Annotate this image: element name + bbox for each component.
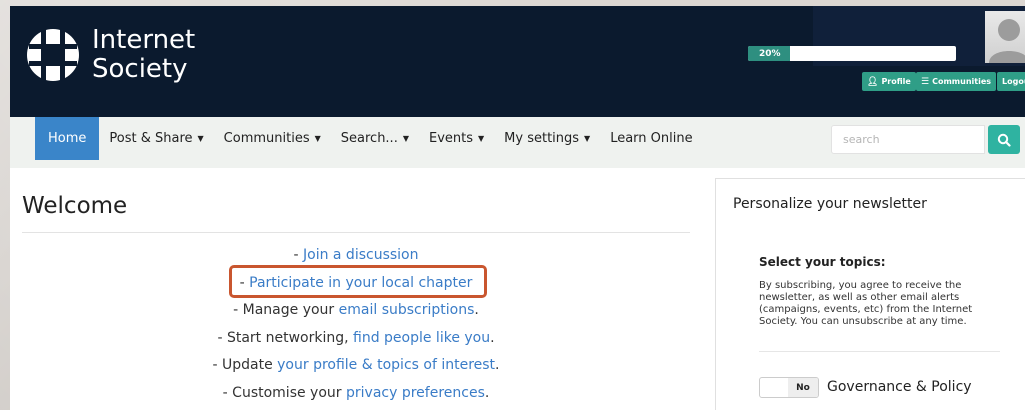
topics-heading: Select your topics: (759, 255, 886, 269)
nav-label: Communities (223, 131, 310, 146)
newsletter-panel: Personalize your newsletter Select your … (715, 178, 1025, 410)
site-header: Internet Society 20% 👤︎ Profile ☰ Commun… (10, 6, 1025, 117)
user-icon: 👤︎ (867, 76, 879, 87)
caret-down-icon: ▼ (584, 134, 591, 143)
line-prefix: - (239, 274, 250, 291)
logo-line-1: Internet (92, 25, 196, 55)
list-icon: ☰ (921, 76, 930, 87)
toggle-state: No (788, 378, 818, 397)
local-chapter-link[interactable]: Participate in your local chapter (249, 275, 472, 291)
welcome-line-update-profile: - Update your profile & topics of intere… (22, 354, 690, 382)
welcome-line-networking: - Start networking, find people like you… (22, 327, 690, 355)
welcome-line-privacy: - Customise your privacy preferences. (22, 382, 690, 410)
governance-policy-label: Governance & Policy (827, 379, 972, 395)
nav-label: My settings (504, 131, 580, 146)
nav-item-my-settings[interactable]: My settings ▼ (494, 117, 600, 160)
nav-item-learn-online[interactable]: Learn Online (600, 117, 702, 160)
nav-item-post-share[interactable]: Post & Share ▼ (99, 117, 213, 160)
subscription-notice: By subscribing, you agree to receive the… (759, 280, 973, 327)
join-discussion-link[interactable]: Join a discussion (303, 247, 419, 263)
logout-button[interactable]: Logout (997, 72, 1025, 91)
globe-logo-icon (27, 29, 79, 81)
welcome-line-local-chapter: - Participate in your local chapter (22, 272, 690, 300)
communities-button[interactable]: ☰ Communities (916, 72, 997, 91)
line-prefix: - (293, 247, 303, 263)
caret-down-icon: ▼ (478, 134, 485, 143)
nav-item-events[interactable]: Events ▼ (419, 117, 494, 160)
line-prefix: - Manage your (233, 302, 339, 319)
caret-down-icon: ▼ (197, 134, 204, 143)
line-prefix: - Start networking, (217, 329, 353, 346)
nav-label: Events (428, 131, 473, 146)
line-prefix: - Update (212, 357, 278, 374)
nav-item-search[interactable]: Search... ▼ (331, 117, 419, 160)
newsletter-title: Personalize your newsletter (733, 196, 927, 212)
profile-button-label: Profile (881, 77, 911, 86)
search-input[interactable] (831, 125, 985, 154)
nav-label: Search... (340, 131, 398, 146)
nav-items: Home Post & Share ▼ Communities ▼ Search..… (35, 117, 703, 160)
line-prefix: - Customise your (222, 384, 346, 401)
progress-fill: 20% (748, 46, 790, 61)
title-divider (22, 232, 690, 233)
nav-label: Home (48, 131, 87, 146)
line-suffix: . (490, 329, 495, 346)
logo-text: Internet Society (92, 26, 195, 84)
line-suffix: . (484, 384, 490, 401)
privacy-preferences-link[interactable]: privacy preferences (346, 385, 485, 401)
governance-policy-toggle[interactable]: No (759, 377, 819, 398)
logo-line-2: Society (92, 54, 188, 84)
search-button[interactable] (988, 125, 1020, 154)
browser-page: Internet Society 20% 👤︎ Profile ☰ Commun… (10, 6, 1025, 410)
main-navigation: Home Post & Share ▼ Communities ▼ Search..… (10, 117, 1025, 168)
profile-button[interactable]: 👤︎ Profile (862, 72, 916, 91)
progress-label: 20% (759, 48, 781, 59)
nav-item-home[interactable]: Home (35, 117, 100, 160)
nav-label: Learn Online (610, 131, 693, 146)
email-subscriptions-link[interactable]: email subscriptions (339, 302, 475, 318)
communities-button-label: Communities (932, 77, 992, 86)
caret-down-icon: ▼ (314, 134, 321, 143)
default-user-icon (989, 19, 1025, 63)
sidebar-divider (759, 351, 1000, 352)
nav-label: Post & Share (109, 131, 193, 146)
avatar[interactable] (985, 11, 1025, 63)
search-icon (997, 133, 1011, 147)
line-suffix: . (474, 302, 479, 319)
profile-topics-link[interactable]: your profile & topics of interest (277, 357, 495, 373)
profile-progress-bar: 20% (748, 46, 956, 61)
page-title: Welcome (22, 193, 128, 219)
logout-button-label: Logout (1002, 77, 1025, 86)
line-suffix: . (495, 357, 500, 374)
welcome-line-email-subscriptions: - Manage your email subscriptions. (22, 299, 690, 327)
caret-down-icon: ▼ (402, 134, 409, 143)
welcome-links: - Join a discussion - Participate in you… (22, 244, 690, 410)
nav-item-communities[interactable]: Communities ▼ (214, 117, 331, 160)
welcome-line-join-discussion: - Join a discussion (22, 244, 690, 272)
site-logo[interactable]: Internet Society (24, 26, 195, 84)
find-people-link[interactable]: find people like you (353, 330, 490, 346)
